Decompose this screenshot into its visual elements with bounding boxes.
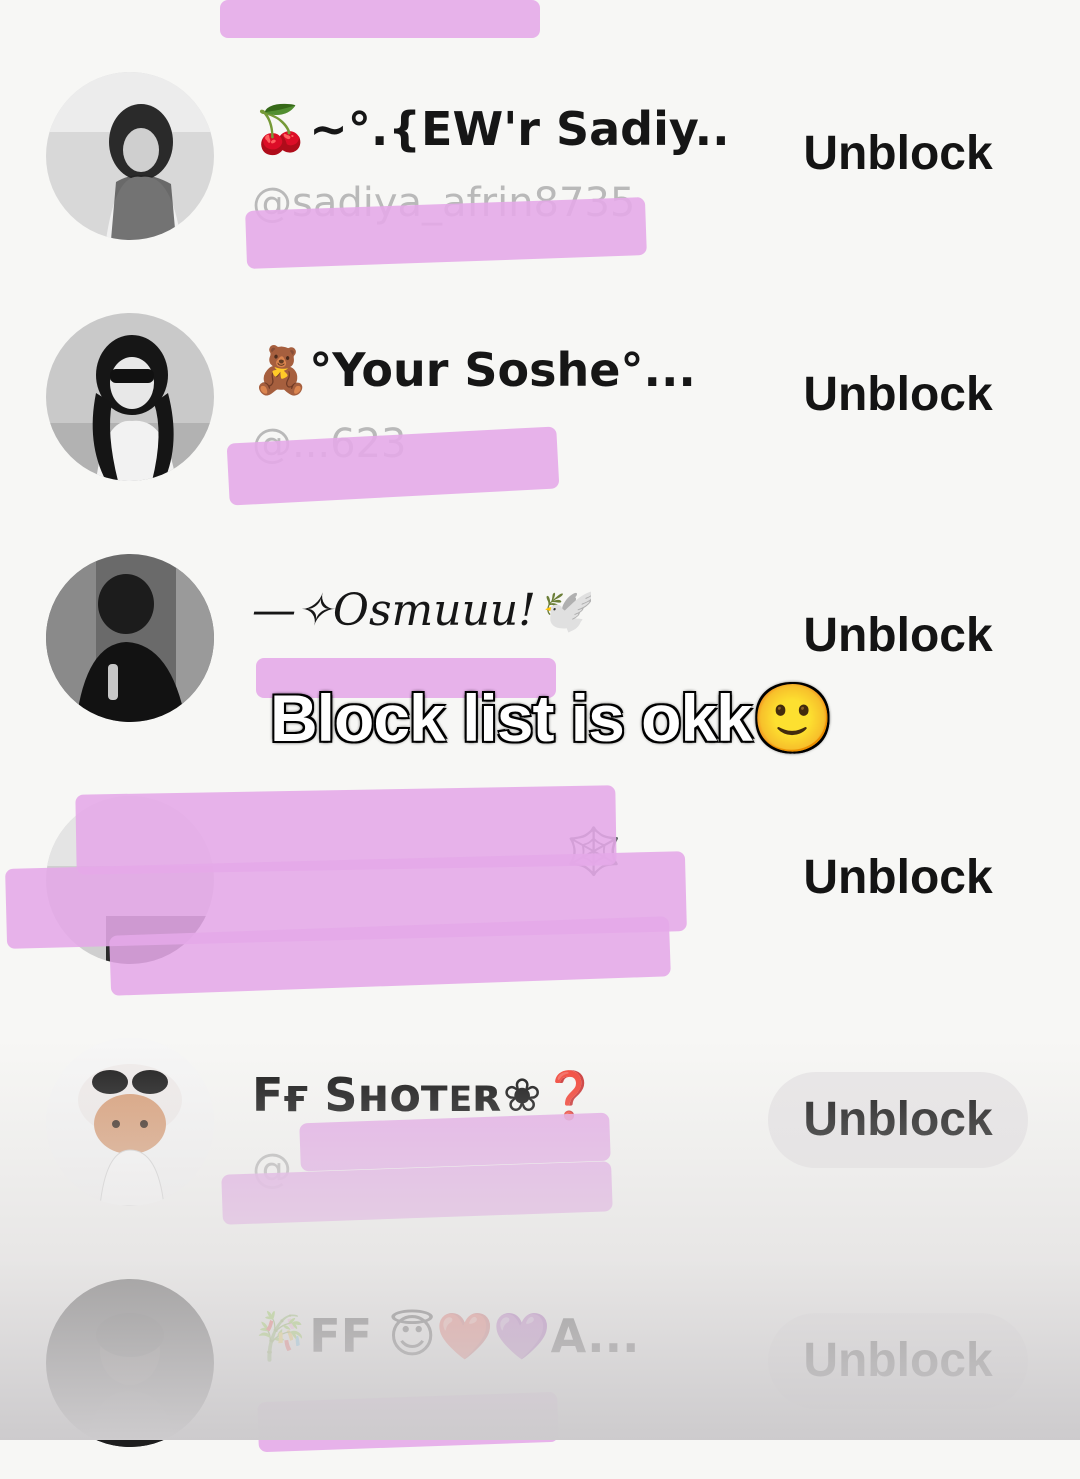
unblock-button[interactable]: Unblock <box>768 1313 1028 1409</box>
avatar[interactable] <box>46 554 214 722</box>
unblock-button[interactable]: Unblock <box>768 588 1028 684</box>
display-name: —✧Osmuuu!🕊️ <box>252 585 591 636</box>
unblock-button[interactable]: Unblock <box>768 830 1028 926</box>
display-name: 🎋FF 😇❤️💜A... <box>252 1309 640 1363</box>
unblock-button[interactable]: Unblock <box>768 106 1028 202</box>
blocked-user-row: Fғ Sʜᴏᴛᴇʀ❀❓ @ Unblock <box>0 1038 1080 1238</box>
video-caption-overlay: Block list is okk🙂 <box>270 681 834 755</box>
avatar[interactable] <box>46 1279 214 1447</box>
avatar[interactable] <box>46 72 214 240</box>
unblock-button[interactable]: Unblock <box>768 1072 1028 1168</box>
blocked-user-row: 🕸️ Unblock <box>0 785 1080 996</box>
display-name: 🍒~°.{EW'r Sadiy... <box>252 102 732 156</box>
blocked-user-row: 🍒~°.{EW'r Sadiy... @sadiya_afrin8735 Unb… <box>0 72 1080 272</box>
blocked-user-row: 🧸°Your Soshe°... @...623 Unblock <box>0 313 1080 513</box>
redaction-mark <box>220 0 540 38</box>
avatar[interactable] <box>46 1038 214 1206</box>
blocked-user-row: 🎋FF 😇❤️💜A... Unblock <box>0 1279 1080 1479</box>
unblock-button[interactable]: Unblock <box>768 347 1028 443</box>
avatar[interactable] <box>46 313 214 481</box>
display-name: 🧸°Your Soshe°... <box>252 343 696 397</box>
redaction-mark <box>257 1391 559 1453</box>
